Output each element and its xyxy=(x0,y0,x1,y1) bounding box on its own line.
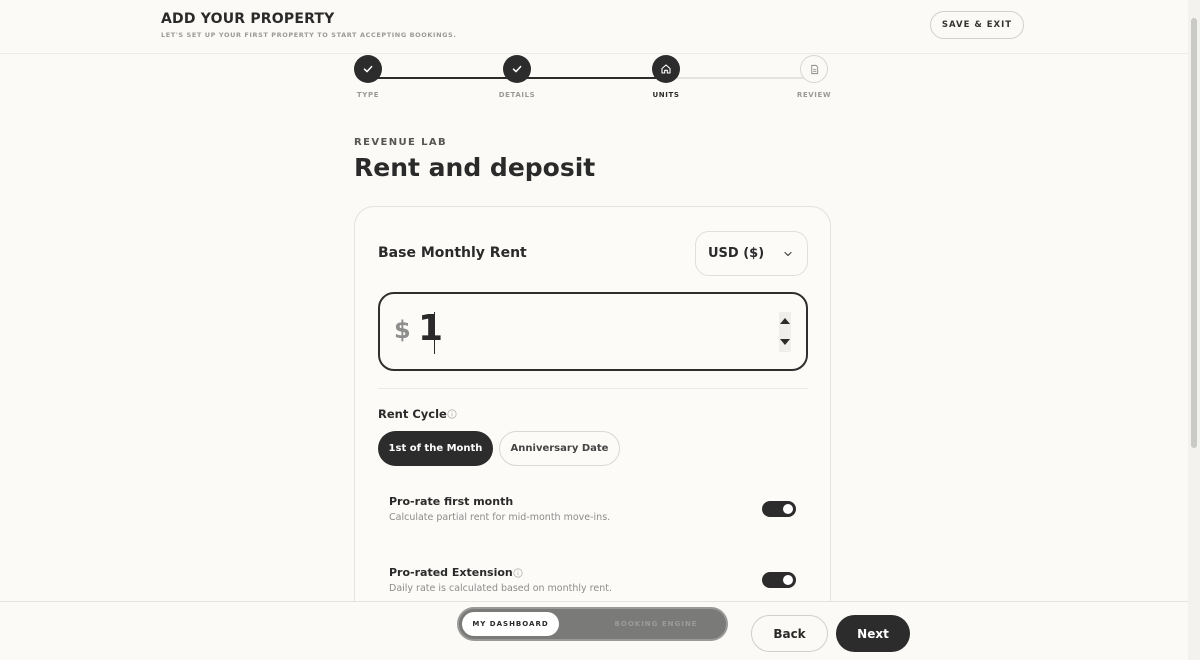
section-eyebrow: REVENUE LAB xyxy=(354,137,448,148)
add-property-page: ADD YOUR PROPERTY LET'S SET UP YOUR FIRS… xyxy=(0,0,1200,660)
view-switcher: MY DASHBOARD BOOKING ENGINE xyxy=(457,607,728,641)
next-button[interactable]: Next xyxy=(836,615,910,652)
save-exit-button[interactable]: SAVE & EXIT xyxy=(930,11,1024,39)
booking-engine-tab[interactable]: BOOKING ENGINE xyxy=(591,612,721,636)
prorate-first-month-toggle[interactable] xyxy=(762,501,796,517)
stepper-remaining-line xyxy=(666,77,814,79)
step-type-circle[interactable] xyxy=(354,55,382,83)
rent-settings-card: Base Monthly Rent USD ($) $ 1 Rent Cycle… xyxy=(354,206,831,646)
number-spinner[interactable] xyxy=(779,312,791,352)
info-icon[interactable] xyxy=(447,409,457,419)
prorate-first-month-title: Pro-rate first month xyxy=(389,495,514,508)
prorate-first-month-description: Calculate partial rent for mid-month mov… xyxy=(389,512,611,523)
base-rent-label: Base Monthly Rent xyxy=(378,245,527,261)
page-header-subtitle: LET'S SET UP YOUR FIRST PROPERTY TO STAR… xyxy=(161,31,457,39)
back-button[interactable]: Back xyxy=(751,615,828,652)
toggle-knob xyxy=(783,504,793,514)
text-cursor xyxy=(434,312,435,354)
scrollbar-thumb[interactable] xyxy=(1191,18,1197,448)
prorated-extension-description: Daily rate is calculated based on monthl… xyxy=(389,583,612,594)
page-scrollbar[interactable] xyxy=(1188,0,1200,660)
rent-cycle-anniversary-date[interactable]: Anniversary Date xyxy=(499,431,620,466)
section-divider xyxy=(378,388,808,389)
step-units-circle[interactable] xyxy=(652,55,680,83)
increment-arrow-icon[interactable] xyxy=(780,318,790,324)
page-title: Rent and deposit xyxy=(354,153,596,182)
rent-amount-value[interactable]: 1 xyxy=(418,308,443,349)
top-header: ADD YOUR PROPERTY LET'S SET UP YOUR FIRS… xyxy=(0,0,1188,54)
step-details-circle[interactable] xyxy=(503,55,531,83)
info-icon[interactable] xyxy=(513,568,523,578)
check-icon xyxy=(363,65,373,73)
base-rent-input[interactable]: $ 1 xyxy=(378,292,808,371)
check-icon xyxy=(512,65,522,73)
step-details-label: DETAILS xyxy=(498,91,536,99)
prorated-extension-toggle[interactable] xyxy=(762,572,796,588)
home-icon xyxy=(661,64,671,74)
currency-symbol: $ xyxy=(394,316,411,344)
rent-cycle-label: Rent Cycle xyxy=(378,407,447,421)
step-review-circle[interactable] xyxy=(800,55,828,83)
bottom-action-bar: MY DASHBOARD BOOKING ENGINE Back Next xyxy=(0,601,1188,660)
rent-cycle-first-of-month[interactable]: 1st of the Month xyxy=(378,431,493,466)
step-units-label: UNITS xyxy=(652,91,680,99)
toggle-knob xyxy=(783,575,793,585)
step-type-label: TYPE xyxy=(356,91,380,99)
page-header-title: ADD YOUR PROPERTY xyxy=(161,11,335,27)
decrement-arrow-icon[interactable] xyxy=(780,339,790,345)
prorated-extension-title: Pro-rated Extension xyxy=(389,566,513,579)
currency-value: USD ($) xyxy=(708,246,765,261)
step-review-label: REVIEW xyxy=(796,91,832,99)
my-dashboard-tab[interactable]: MY DASHBOARD xyxy=(462,612,559,636)
document-icon xyxy=(810,64,818,74)
progress-stepper: TYPE DETAILS UNITS REVIEW xyxy=(340,55,860,105)
currency-select[interactable]: USD ($) xyxy=(695,231,808,276)
chevron-down-icon xyxy=(784,251,792,257)
